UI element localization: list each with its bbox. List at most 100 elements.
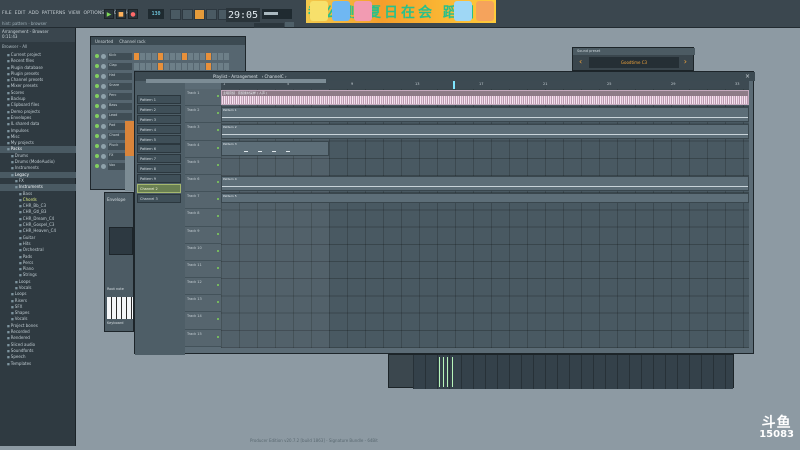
play-button[interactable]: ▶ — [104, 9, 114, 19]
step-button[interactable] — [152, 62, 157, 70]
step-button[interactable] — [218, 62, 223, 70]
step-button[interactable] — [170, 52, 175, 60]
step-button[interactable] — [224, 62, 229, 70]
mute-led-icon[interactable] — [95, 124, 99, 128]
track-header[interactable]: Track 1 — [185, 89, 221, 107]
tab-envelope[interactable]: Envelope — [107, 197, 125, 202]
step-button[interactable] — [224, 52, 229, 60]
channel-rack-filter[interactable]: Unsorted — [95, 39, 113, 44]
track-header[interactable]: Track 8 — [185, 209, 221, 227]
track-header[interactable]: Track 4 — [185, 140, 221, 158]
volume-knob[interactable] — [101, 73, 106, 79]
volume-knob[interactable] — [101, 103, 106, 109]
arrangement-grid[interactable]: 主唱音频 · 音频素材采样 ( 人声 ) Pattern 1 Pattern 2… — [221, 89, 749, 348]
step-button[interactable] — [206, 52, 211, 60]
mute-led-icon[interactable] — [95, 164, 99, 168]
pattern-clip[interactable]: Pattern 5 — [221, 193, 749, 203]
step-button[interactable] — [176, 52, 181, 60]
note-mark[interactable] — [447, 357, 448, 387]
preset-name[interactable]: Goodtime C3 — [589, 57, 679, 68]
mute-led-icon[interactable] — [95, 74, 99, 78]
playlist-horizontal-scrollbar[interactable] — [146, 79, 326, 83]
menu-item-patterns[interactable]: PATTERNS — [42, 11, 66, 16]
step-button[interactable] — [140, 62, 145, 70]
pattern-clip[interactable]: Pattern 1 — [221, 107, 749, 122]
audio-clip[interactable]: 主唱音频 · 音频素材采样 ( 人声 ) — [221, 90, 749, 105]
song-position-clock[interactable]: 29:05 — [226, 8, 260, 22]
channel-name[interactable]: Perc — [108, 92, 132, 100]
countdown-icon[interactable] — [206, 9, 217, 20]
track-header[interactable]: Track 7 — [185, 192, 221, 210]
menu-item-options[interactable]: OPTIONS — [83, 11, 104, 16]
track-header[interactable]: Track 2 — [185, 106, 221, 124]
volume-knob[interactable] — [101, 53, 106, 59]
tempo-display[interactable]: 130 — [148, 9, 164, 19]
step-button[interactable] — [182, 62, 187, 70]
track-header[interactable]: Track 14 — [185, 312, 221, 330]
step-button[interactable] — [158, 52, 163, 60]
menu-item-edit[interactable]: EDIT — [15, 11, 26, 16]
track-header[interactable]: Track 15 — [185, 329, 221, 347]
mute-led-icon[interactable] — [95, 104, 99, 108]
channel-name[interactable]: Clap — [108, 62, 132, 70]
preset-browser-title[interactable]: Sound preset — [573, 48, 695, 55]
mute-led-icon[interactable] — [95, 64, 99, 68]
channel-name[interactable]: Snare — [108, 82, 132, 90]
next-preset-icon[interactable]: › — [684, 57, 687, 66]
step-button[interactable] — [146, 62, 151, 70]
track-header[interactable]: Track 11 — [185, 260, 221, 279]
picker-item[interactable]: Channel 2 — [137, 184, 181, 194]
note-mark[interactable] — [452, 357, 453, 387]
playhead-marker[interactable] — [453, 81, 455, 89]
track-header[interactable]: Track 3 — [185, 123, 221, 141]
mute-led-icon[interactable] — [95, 84, 99, 88]
step-button[interactable] — [152, 52, 157, 60]
browser-item[interactable]: Templates — [0, 361, 76, 367]
mute-led-icon[interactable] — [95, 54, 99, 58]
track-header[interactable]: Track 12 — [185, 278, 221, 296]
step-button[interactable] — [218, 52, 223, 60]
step-button[interactable] — [164, 62, 169, 70]
picker-item[interactable]: Channel 3 — [137, 193, 181, 203]
volume-knob[interactable] — [101, 83, 106, 89]
piano-roll-grid[interactable] — [413, 355, 733, 389]
step-button[interactable] — [188, 52, 193, 60]
picker-item[interactable]: Pattern 2 — [137, 104, 181, 114]
piano-keyboard[interactable] — [107, 297, 133, 319]
picker-item[interactable]: Pattern 8 — [137, 164, 181, 174]
track-header[interactable]: Track 13 — [185, 295, 221, 313]
step-button[interactable] — [200, 62, 205, 70]
step-button[interactable] — [194, 62, 199, 70]
stop-button[interactable]: ■ — [116, 9, 126, 19]
picker-item[interactable]: Pattern 4 — [137, 124, 181, 134]
mute-led-icon[interactable] — [95, 154, 99, 158]
menu-item-view[interactable]: VIEW — [68, 11, 80, 16]
envelope-editor[interactable] — [109, 227, 133, 255]
picker-item[interactable]: Pattern 9 — [137, 174, 181, 184]
wait-record-icon[interactable] — [194, 9, 205, 20]
step-button[interactable] — [212, 52, 217, 60]
pattern-selector[interactable] — [254, 23, 284, 28]
volume-knob[interactable] — [101, 143, 106, 149]
picker-item[interactable]: Pattern 7 — [137, 154, 181, 164]
pattern-clip[interactable]: Pattern 2 — [221, 124, 749, 139]
volume-knob[interactable] — [101, 113, 106, 119]
track-header[interactable]: Track 5 — [185, 157, 221, 175]
note-mark[interactable] — [443, 357, 444, 387]
step-button[interactable] — [164, 52, 169, 60]
channel-name[interactable]: Lead — [108, 112, 132, 120]
mute-led-icon[interactable] — [95, 134, 99, 138]
track-header[interactable]: Track 9 — [185, 226, 221, 244]
channel-name[interactable]: Kick — [108, 52, 132, 60]
step-button[interactable] — [176, 62, 181, 70]
step-button[interactable] — [140, 52, 145, 60]
step-button[interactable] — [182, 52, 187, 60]
channel-name[interactable]: Hat — [108, 72, 132, 80]
channel-row[interactable]: Clap — [95, 61, 245, 71]
channel-row[interactable]: Kick — [95, 51, 245, 61]
step-button[interactable] — [146, 52, 151, 60]
pattern-clip[interactable]: Pattern 3 — [221, 141, 329, 156]
step-button[interactable] — [134, 62, 139, 70]
step-button[interactable] — [200, 52, 205, 60]
step-button[interactable] — [170, 62, 175, 70]
